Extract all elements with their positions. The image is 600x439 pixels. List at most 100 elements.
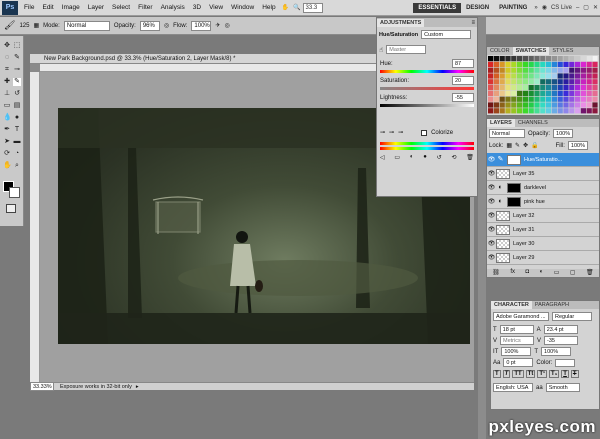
swatch[interactable] — [575, 102, 581, 108]
swatch[interactable] — [586, 56, 592, 62]
swatch[interactable] — [522, 102, 528, 108]
visibility-eye-icon[interactable]: 👁 — [487, 198, 496, 205]
swatch[interactable] — [511, 73, 517, 79]
swatch[interactable] — [569, 56, 575, 62]
swatch[interactable] — [517, 90, 523, 96]
tab-layers[interactable]: LAYERS — [487, 119, 515, 127]
swatch[interactable] — [586, 102, 592, 108]
menu-edit[interactable]: Edit — [38, 4, 57, 11]
healing-brush-icon[interactable]: ✚ — [3, 78, 11, 86]
swatch[interactable] — [505, 56, 511, 62]
visibility-eye-icon[interactable]: 👁 — [487, 184, 496, 191]
swatch[interactable] — [493, 61, 499, 67]
menu-window[interactable]: Window — [227, 4, 258, 11]
layer-style-icon[interactable]: fx — [510, 269, 515, 277]
swatch[interactable] — [488, 73, 494, 79]
close-icon[interactable]: ✕ — [591, 4, 600, 11]
hand-tool-icon[interactable]: ✋ — [3, 162, 12, 170]
font-size-field[interactable]: 18 pt — [499, 325, 534, 334]
antialias-select[interactable]: Smooth — [545, 383, 580, 392]
tab-adjustments[interactable]: ADJUSTMENTS — [377, 18, 425, 27]
layer-row[interactable]: 👁 Layer 30 — [487, 237, 599, 251]
swatch[interactable] — [528, 96, 534, 102]
on-image-adjust-icon[interactable]: ☝ — [379, 46, 383, 54]
swatch-grid[interactable] — [488, 56, 600, 114]
swatch[interactable] — [522, 85, 528, 91]
visibility-eye-icon[interactable]: 👁 — [487, 156, 496, 163]
swatch[interactable] — [575, 61, 581, 67]
layer-name[interactable]: darklevel — [524, 185, 546, 191]
menu-3d[interactable]: 3D — [189, 4, 205, 11]
swatch[interactable] — [592, 108, 598, 114]
swatch[interactable] — [517, 61, 523, 67]
swatch[interactable] — [499, 108, 505, 114]
link-layers-icon[interactable]: ⛓ — [492, 269, 500, 277]
swatch[interactable] — [488, 85, 494, 91]
layer-name[interactable]: Layer 35 — [513, 171, 534, 177]
underline-button[interactable]: T — [561, 370, 569, 378]
visibility-eye-icon[interactable]: 👁 — [487, 226, 496, 233]
language-select[interactable]: English: USA — [493, 383, 533, 392]
brush-tool-icon[interactable]: 🖌 — [4, 20, 15, 31]
swatch[interactable] — [493, 90, 499, 96]
swatch[interactable] — [569, 85, 575, 91]
swatch[interactable] — [580, 61, 586, 67]
history-brush-icon[interactable]: ↺ — [13, 90, 21, 98]
swatch[interactable] — [493, 67, 499, 73]
swatch[interactable] — [522, 108, 528, 114]
pen-tool-icon[interactable]: ✒ — [3, 126, 11, 134]
swatch[interactable] — [493, 73, 499, 79]
swatch[interactable] — [592, 79, 598, 85]
layer-thumb[interactable] — [496, 168, 510, 179]
swatch[interactable] — [580, 67, 586, 73]
swatch[interactable] — [499, 61, 505, 67]
return-icon[interactable]: ◁ — [380, 154, 385, 161]
swatch[interactable] — [499, 85, 505, 91]
swatch[interactable] — [540, 85, 546, 91]
expand-icon[interactable]: ▭ — [394, 154, 400, 161]
font-style-select[interactable]: Regular — [552, 312, 592, 321]
swatch[interactable] — [488, 108, 494, 114]
swatch[interactable] — [511, 96, 517, 102]
swatch[interactable] — [569, 96, 575, 102]
hand-icon[interactable]: ✋ — [280, 4, 291, 11]
brush-size[interactable]: 125 — [19, 23, 29, 29]
swatch[interactable] — [563, 90, 569, 96]
quick-select-icon[interactable]: ✎ — [13, 54, 21, 62]
layer-name[interactable]: Layer 32 — [513, 213, 534, 219]
layer-name[interactable]: Layer 31 — [513, 227, 534, 233]
eyedropper-add-icon[interactable]: ⊸ — [389, 129, 394, 136]
swatch[interactable] — [546, 67, 552, 73]
swatch[interactable] — [534, 67, 540, 73]
swatch[interactable] — [563, 85, 569, 91]
swatch[interactable] — [488, 67, 494, 73]
swatch[interactable] — [546, 102, 552, 108]
layer-mask-thumb[interactable] — [507, 154, 521, 165]
swatch[interactable] — [586, 108, 592, 114]
swatch[interactable] — [534, 108, 540, 114]
swatch[interactable] — [569, 79, 575, 85]
swatch[interactable] — [534, 73, 540, 79]
zoom-level-field[interactable]: 33.3 — [302, 2, 323, 13]
swatch[interactable] — [575, 108, 581, 114]
swatch[interactable] — [557, 67, 563, 73]
swatch[interactable] — [534, 102, 540, 108]
swatch[interactable] — [522, 90, 528, 96]
faux-italic-button[interactable]: T — [502, 370, 511, 378]
swatch[interactable] — [499, 79, 505, 85]
swatch[interactable] — [557, 90, 563, 96]
swatch[interactable] — [551, 56, 557, 62]
visibility-eye-icon[interactable]: 👁 — [487, 240, 496, 247]
minimize-icon[interactable]: – — [574, 5, 581, 11]
eyedropper-subtract-icon[interactable]: ⊸ — [398, 129, 403, 136]
add-mask-icon[interactable]: ◘ — [526, 269, 530, 277]
layer-thumb[interactable] — [496, 238, 510, 249]
swatch[interactable] — [551, 108, 557, 114]
visibility-eye-icon[interactable]: 👁 — [487, 212, 496, 219]
swatch[interactable] — [511, 85, 517, 91]
text-color-swatch[interactable] — [555, 358, 576, 367]
dodge-icon[interactable]: ● — [13, 114, 21, 122]
swatch[interactable] — [540, 56, 546, 62]
lock-all-icon[interactable]: 🔒 — [531, 142, 538, 149]
swatch[interactable] — [540, 61, 546, 67]
